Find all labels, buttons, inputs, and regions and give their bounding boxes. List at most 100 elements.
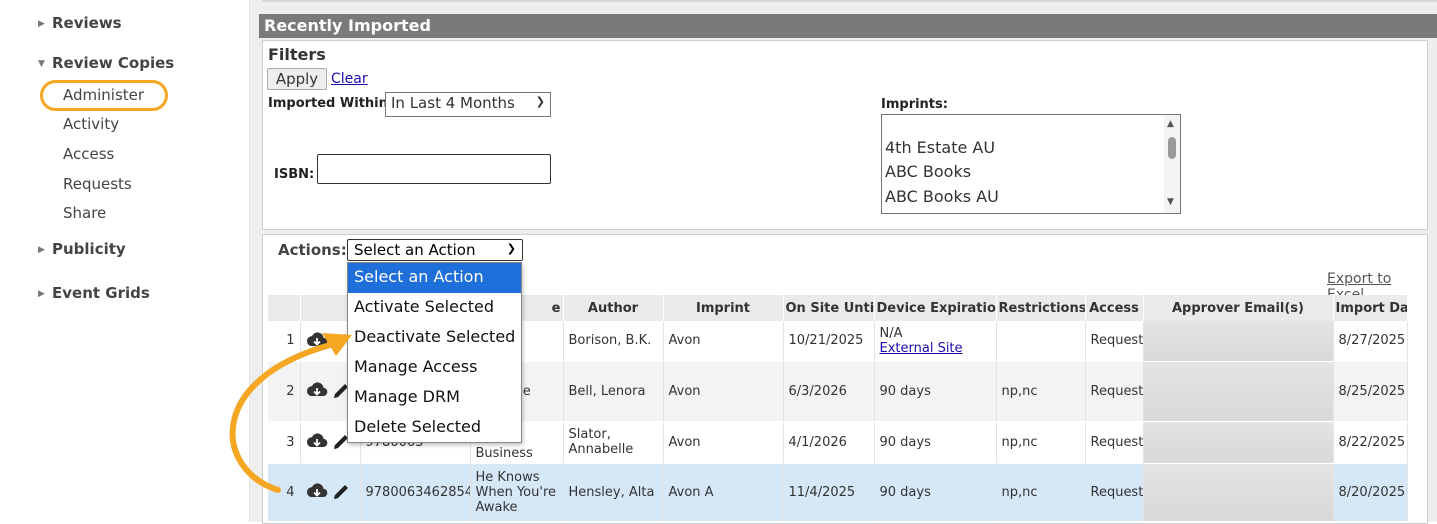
col-header-restrictions[interactable]: Restrictions [996,295,1086,321]
restrictions-cell: np,nc [996,361,1086,422]
action-option-delete-selected[interactable]: Delete Selected [348,413,521,443]
col-header-import-date[interactable]: Import Dat [1333,295,1408,321]
sidebar-section-review-copies[interactable]: ▼ Review Copies [38,54,174,72]
imprints-scrollbar[interactable]: ▲ ▼ [1164,115,1180,213]
device-expiration-cell: 90 days [874,361,997,422]
sidebar: ▶ Reviews ▼ Review Copies Administer Activ… [0,0,250,522]
sidebar-item-activity[interactable]: Activity [63,115,119,133]
top-divider [262,0,1437,2]
sidebar-section-reviews[interactable]: ▶ Reviews [38,14,122,32]
author-cell: Borison, B.K. [563,321,664,362]
scroll-down-icon[interactable]: ▼ [1167,197,1174,207]
imprints-listbox[interactable]: 4th Estate AU ABC Books ABC Books AU ▲ ▼ [881,114,1181,214]
imprint-cell: Avon [663,321,784,362]
access-cell: Request [1085,321,1144,362]
restrictions-cell [996,321,1086,362]
clear-link[interactable]: Clear [331,71,368,87]
col-header [268,295,301,321]
col-header-on-site-until[interactable]: On Site Until [783,295,875,321]
imprint-cell: Avon [663,421,784,464]
col-header-approver-emails[interactable]: Approver Email(s) [1143,295,1334,321]
sidebar-item-share[interactable]: Share [63,204,106,222]
action-option-select[interactable]: Select an Action [348,263,521,293]
filters-title: Filters [268,45,326,64]
chevron-down-icon: ❯ [506,242,516,255]
sidebar-section-event-grids[interactable]: ▶ Event Grids [38,284,150,302]
imprint-cell: Avon [663,361,784,422]
action-option-deactivate-selected[interactable]: Deactivate Selected [348,323,521,353]
on-site-until-cell: 6/3/2026 [783,361,875,422]
isbn-input[interactable] [317,154,551,184]
approver-email-cell-redacted [1143,321,1334,362]
isbn-cell: 9780063462854 [360,463,471,522]
chevron-down-icon: ❯ [535,95,545,108]
device-expiration-cell: 90 days [874,421,997,464]
import-date-cell: 8/27/2025 [1333,321,1408,362]
access-cell: Request [1085,463,1144,522]
triangle-right-icon: ▶ [38,19,45,29]
actions-select[interactable]: Select an Action ❯ [347,239,523,261]
external-site-link[interactable]: External Site [880,341,991,356]
triangle-right-icon: ▶ [38,289,45,299]
col-header-access[interactable]: Access [1085,295,1144,321]
access-cell: Request [1085,361,1144,422]
col-header-device-expiration[interactable]: Device Expiration [874,295,997,321]
sidebar-item-administer[interactable]: Administer [63,86,144,104]
row-number: 1 [268,321,301,362]
isbn-label: ISBN: [274,167,315,182]
download-icon[interactable] [306,432,328,452]
download-icon[interactable] [306,381,328,401]
access-cell: Request [1085,421,1144,464]
table-row-selected[interactable]: 4 9780063462854 He Knows When You're Awa… [268,463,1408,522]
apply-button[interactable]: Apply [267,68,327,90]
imprint-option[interactable]: ABC Books AU [885,187,999,206]
scroll-thumb[interactable] [1168,137,1176,159]
scroll-up-icon[interactable]: ▲ [1167,119,1174,129]
device-expiration-cell: N/A External Site [874,321,997,362]
device-expiration-cell: 90 days [874,463,997,522]
title-cell: He Knows When You're Awake [470,463,564,522]
imprint-option[interactable]: 4th Estate AU [885,138,995,157]
triangle-right-icon: ▶ [38,245,45,255]
panel-title: Recently Imported [259,14,1437,38]
imported-within-select[interactable]: In Last 4 Months ❯ [385,92,551,117]
edit-pencil-icon[interactable] [330,481,352,503]
import-date-cell: 8/25/2025 [1333,361,1408,422]
author-cell: Bell, Lenora [563,361,664,422]
sidebar-item-requests[interactable]: Requests [63,175,132,193]
restrictions-cell: np,nc [996,463,1086,522]
author-cell: Hensley, Alta [563,463,664,522]
action-option-activate-selected[interactable]: Activate Selected [348,293,521,323]
imported-within-label: Imported Within: [268,96,394,111]
download-icon[interactable] [306,482,328,502]
main-content: Recently Imported Filters Apply Clear Im… [250,0,1437,524]
import-date-cell: 8/20/2025 [1333,463,1408,522]
on-site-until-cell: 11/4/2025 [783,463,875,522]
approver-email-cell-redacted [1143,361,1334,422]
download-icon[interactable] [306,331,328,351]
action-option-manage-access[interactable]: Manage Access [348,353,521,383]
imprints-label: Imprints: [881,97,948,112]
sidebar-section-publicity[interactable]: ▶ Publicity [38,240,126,258]
triangle-down-icon: ▼ [38,59,45,69]
col-header-imprint[interactable]: Imprint [663,295,784,321]
row-actions [300,463,361,522]
device-expiration-value: N/A [879,325,903,341]
row-number: 4 [268,463,301,522]
approver-email-cell-redacted [1143,463,1334,522]
action-option-manage-drm[interactable]: Manage DRM [348,383,521,413]
on-site-until-cell: 10/21/2025 [783,321,875,362]
filters-panel: Filters Apply Clear Imported Within: In … [262,40,1428,230]
row-number: 2 [268,361,301,422]
approver-email-cell-redacted [1143,421,1334,464]
sidebar-item-access[interactable]: Access [63,145,114,163]
imprint-option[interactable]: ABC Books [885,162,971,181]
col-header-author[interactable]: Author [563,295,664,321]
row-number: 3 [268,421,301,464]
actions-dropdown-menu[interactable]: Select an Action Activate Selected Deact… [347,262,522,443]
on-site-until-cell: 4/1/2026 [783,421,875,464]
restrictions-cell: np,nc [996,421,1086,464]
actions-label: Actions: [278,241,347,259]
author-cell: Slator, Annabelle [563,421,664,464]
import-date-cell: 8/22/2025 [1333,421,1408,464]
